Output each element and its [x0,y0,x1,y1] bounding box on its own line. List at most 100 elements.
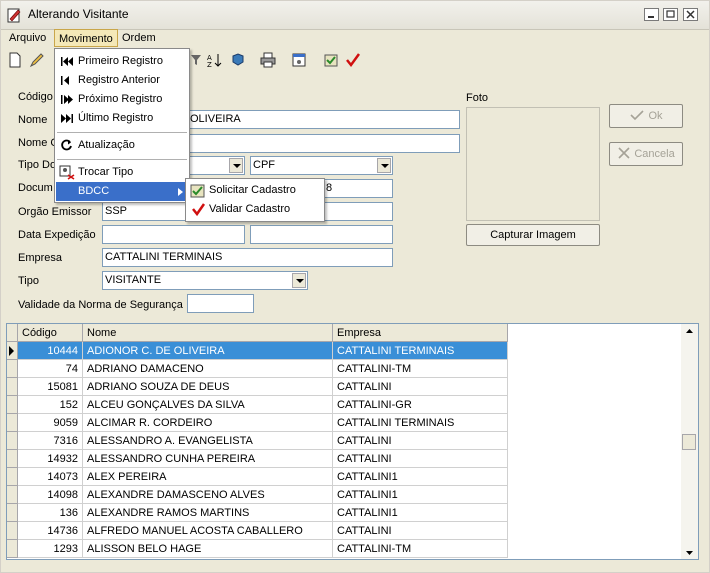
validate-check-icon[interactable] [345,52,361,68]
validate-check-icon [192,203,206,217]
filter-icon[interactable] [188,52,204,68]
menu-separator [57,132,187,133]
tipo-documento-2-select[interactable]: CPF [250,156,393,175]
window-title: Alterando Visitante [28,7,129,21]
capturar-imagem-button[interactable]: Capturar Imagem [466,224,600,246]
tipo-select[interactable]: VISITANTE [102,271,308,290]
column-header-codigo[interactable]: Código [18,324,83,342]
table-row[interactable]: 14736 ALFREDO MANUEL ACOSTA CABALLERO CATT… [7,522,508,540]
data-expedicao-2-field[interactable] [250,225,393,244]
ok-button[interactable]: Ok [609,104,683,128]
properties-icon[interactable] [291,52,307,68]
table-row[interactable]: 74 ADRIANO DAMACENO CATTALINI-TM [7,360,508,378]
photo-frame [466,107,600,221]
menu-item-registro-anterior[interactable]: Registro Anterior [56,71,188,90]
foto-label: Foto [466,92,489,104]
chevron-down-icon[interactable] [229,158,243,173]
menu-arquivo[interactable]: Arquivo [5,29,50,47]
menu-item-trocar-tipo[interactable]: Trocar Tipo [56,163,188,182]
tipo-documento-select[interactable] [187,156,245,175]
menu-item-label: Último Registro [78,112,154,124]
nome-complementar-label: Nome C [18,137,59,149]
orgao-emissor-field[interactable]: SSP [102,202,187,221]
tipo-documento-label: Tipo Do [18,159,57,171]
menu-movimento[interactable]: Movimento [54,29,118,47]
cell-nome: ALCEU GONÇALVES DA SILVA [83,396,333,414]
close-icon [686,10,695,19]
cancela-button[interactable]: Cancela [609,142,683,166]
validade-norma-field[interactable] [187,294,254,313]
table-row[interactable]: 1293 ALISSON BELO HAGE CATTALINI-TM [7,540,508,558]
table-row[interactable]: 10444 ADIONOR C. DE OLIVEIRA CATTALINI TER… [7,342,508,360]
menu-item-label: Primeiro Registro [78,55,163,67]
print-icon[interactable] [260,52,276,68]
data-expedicao-field[interactable] [102,225,245,244]
cell-nome: ALFREDO MANUEL ACOSTA CABALLERO [83,522,333,540]
cell-empresa: CATTALINI-TM [333,360,508,378]
nome-field[interactable]: OLIVEIRA [187,110,460,129]
orgao-emissor-2-field[interactable] [323,202,393,221]
menu-item-atualizacao[interactable]: Atualização [56,136,188,155]
cell-empresa: CATTALINI [333,378,508,396]
title-bar[interactable]: Alterando Visitante [1,1,709,30]
cell-empresa: CATTALINI-GR [333,396,508,414]
close-button[interactable] [683,8,698,21]
cell-nome: ALESSANDRO CUNHA PEREIRA [83,450,333,468]
cell-codigo: 152 [18,396,83,414]
cell-codigo: 14736 [18,522,83,540]
menu-item-validar-cadastro[interactable]: Validar Cadastro [187,200,323,219]
edit-pencil-icon[interactable] [29,52,45,68]
refresh-icon [61,139,72,151]
search-binoculars-icon[interactable] [230,52,246,68]
column-header-nome[interactable]: Nome [83,324,333,342]
menu-ordem[interactable]: Ordem [118,29,160,47]
last-record-icon [61,114,73,123]
new-document-icon[interactable] [7,52,23,68]
movimento-dropdown: Primeiro Registro Registro Anterior Próx… [54,48,190,203]
request-registration-icon[interactable] [323,52,339,68]
empresa-field[interactable]: CATTALINI TERMINAIS [102,248,393,267]
menu-item-bdcc[interactable]: BDCC [56,182,188,201]
cell-empresa: CATTALINI1 [333,486,508,504]
sort-az-icon[interactable]: AZ [207,52,223,68]
empresa-label: Empresa [18,252,63,264]
table-row[interactable]: 14073 ALEX PEREIRA CATTALINI1 [7,468,508,486]
column-header-empresa[interactable]: Empresa [333,324,508,342]
table-row[interactable]: 136 ALEXANDRE RAMOS MARTINS CATTALINI1 [7,504,508,522]
scroll-down-arrow-icon[interactable] [685,549,694,557]
cancela-label: Cancela [634,148,675,160]
data-expedicao-label: Data Expedição [18,229,96,241]
chevron-down-icon[interactable] [292,273,306,288]
scroll-thumb[interactable] [682,434,696,450]
minimize-button[interactable] [644,8,659,21]
edit-document-icon [7,8,21,23]
documento-field[interactable]: 8 [323,179,393,198]
cell-codigo: 9059 [18,414,83,432]
table-row[interactable]: 15081 ADRIANO SOUZA DE DEUS CATTALINI [7,378,508,396]
table-row[interactable]: 152 ALCEU GONÇALVES DA SILVA CATTALINI-GR [7,396,508,414]
menu-item-label: Registro Anterior [78,74,160,86]
tipo-documento-2-value: CPF [253,159,275,171]
table-row[interactable]: 7316 ALESSANDRO A. EVANGELISTA CATTALINI [7,432,508,450]
swap-type-icon [59,165,75,180]
menu-item-ultimo-registro[interactable]: Último Registro [56,109,188,128]
cell-empresa: CATTALINI1 [333,468,508,486]
cell-nome: ALISSON BELO HAGE [83,540,333,558]
request-registration-icon [190,184,205,198]
table-row[interactable]: 14932 ALESSANDRO CUNHA PEREIRA CATTALINI [7,450,508,468]
menu-item-solicitar-cadastro[interactable]: Solicitar Cadastro [187,181,323,200]
ok-label: Ok [648,110,663,122]
nome-complementar-field[interactable] [187,134,460,153]
menu-item-primeiro-registro[interactable]: Primeiro Registro [56,52,188,71]
chevron-down-icon[interactable] [377,158,391,173]
scroll-up-arrow-icon[interactable] [685,327,694,335]
menu-separator [57,159,187,160]
cell-empresa: CATTALINI TERMINAIS [333,342,508,360]
table-row[interactable]: 9059 ALCIMAR R. CORDEIRO CATTALINI TERMINA… [7,414,508,432]
menu-item-proximo-registro[interactable]: Próximo Registro [56,90,188,109]
menu-item-label: BDCC [78,185,110,197]
vertical-scrollbar[interactable] [681,324,698,559]
table-row[interactable]: 14098 ALEXANDRE DAMASCENO ALVES CATTALINI1 [7,486,508,504]
cell-nome: ADIONOR C. DE OLIVEIRA [83,342,333,360]
maximize-button[interactable] [663,8,678,21]
